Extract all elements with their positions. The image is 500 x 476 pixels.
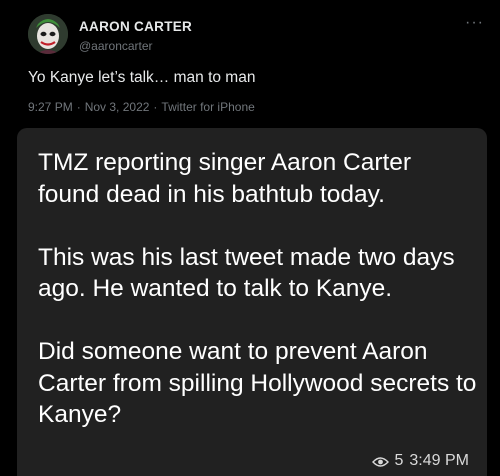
view-count-overlay: 5 3:49 PM xyxy=(371,452,469,470)
caption-overlay: TMZ reporting singer Aaron Carter found … xyxy=(17,128,487,476)
avatar[interactable] xyxy=(28,14,68,54)
tweet-date[interactable]: Nov 3, 2022 xyxy=(85,100,150,114)
tweet-client: Twitter for iPhone xyxy=(161,100,255,114)
display-name[interactable]: AARON CARTER xyxy=(79,19,192,34)
view-count: 5 xyxy=(394,452,404,469)
caption-text: TMZ reporting singer Aaron Carter found … xyxy=(38,149,477,428)
tweet-header: AARON CARTER @aaroncarter ··· xyxy=(28,14,484,58)
tweet-time[interactable]: 9:27 PM xyxy=(28,100,73,114)
separator-dot: · xyxy=(76,100,81,114)
tweet-meta: 9:27 PM · Nov 3, 2022 · Twitter for iPhone xyxy=(28,100,255,114)
overlay-time: 3:49 PM xyxy=(409,452,469,469)
tweet-text: Yo Kanye let’s talk… man to man xyxy=(28,69,256,86)
eye-icon xyxy=(371,455,389,467)
user-handle[interactable]: @aaroncarter xyxy=(79,39,153,53)
separator-dot: · xyxy=(153,100,158,114)
more-horizontal-icon[interactable]: ··· xyxy=(465,14,484,32)
